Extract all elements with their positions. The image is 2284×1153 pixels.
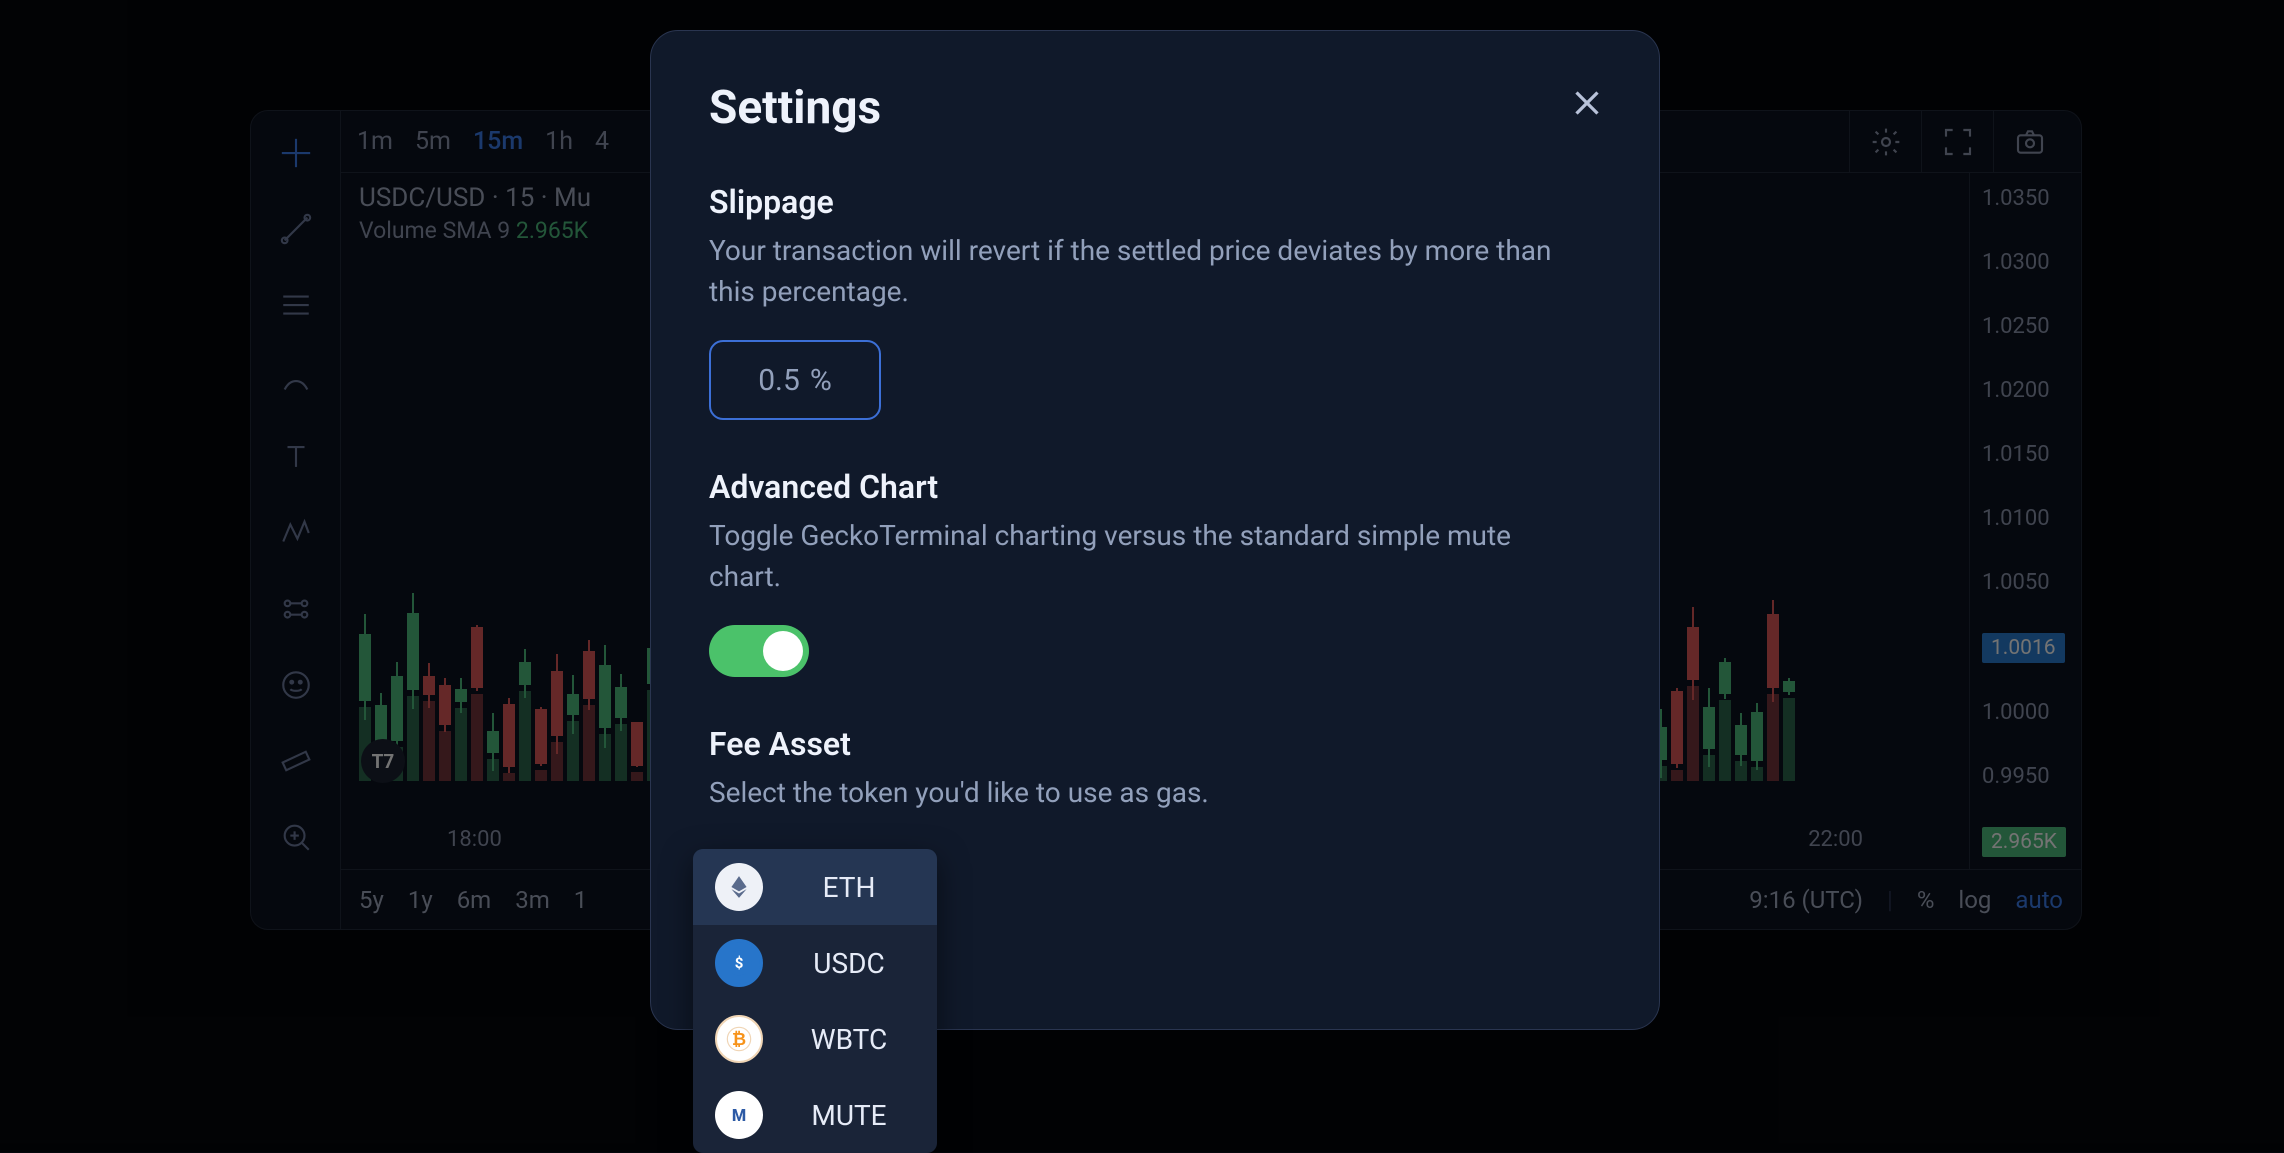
- slippage-input[interactable]: 0.5 %: [709, 340, 881, 420]
- fee-option-wbtc[interactable]: ₿ WBTC: [693, 1001, 937, 1077]
- fee-asset-title: Fee Asset: [709, 725, 1601, 763]
- fee-option-usdc[interactable]: $ USDC: [693, 925, 937, 1001]
- fee-option-eth[interactable]: ETH: [693, 849, 937, 925]
- fee-asset-desc: Select the token you'd like to use as ga…: [709, 773, 1589, 814]
- slippage-value: 0.5: [758, 363, 800, 398]
- svg-text:M: M: [732, 1106, 746, 1125]
- fee-option-mute[interactable]: M MUTE: [693, 1077, 937, 1153]
- mute-icon: M: [715, 1091, 763, 1139]
- close-button[interactable]: [1563, 79, 1611, 127]
- advanced-chart-toggle[interactable]: [709, 625, 809, 677]
- advanced-chart-title: Advanced Chart: [709, 468, 1601, 506]
- svg-text:$: $: [735, 954, 744, 972]
- wbtc-icon: ₿: [715, 1015, 763, 1063]
- modal-title: Settings: [709, 81, 1601, 135]
- usdc-icon: $: [715, 939, 763, 987]
- slippage-desc: Your transaction will revert if the sett…: [709, 231, 1589, 312]
- eth-icon: [715, 863, 763, 911]
- toggle-knob: [763, 631, 803, 671]
- advanced-chart-desc: Toggle GeckoTerminal charting versus the…: [709, 516, 1589, 597]
- svg-text:₿: ₿: [732, 1030, 746, 1050]
- fee-asset-dropdown[interactable]: ETH $ USDC ₿ WBTC M MUTE: [693, 849, 937, 1153]
- slippage-title: Slippage: [709, 183, 1601, 221]
- slippage-unit: %: [810, 363, 832, 398]
